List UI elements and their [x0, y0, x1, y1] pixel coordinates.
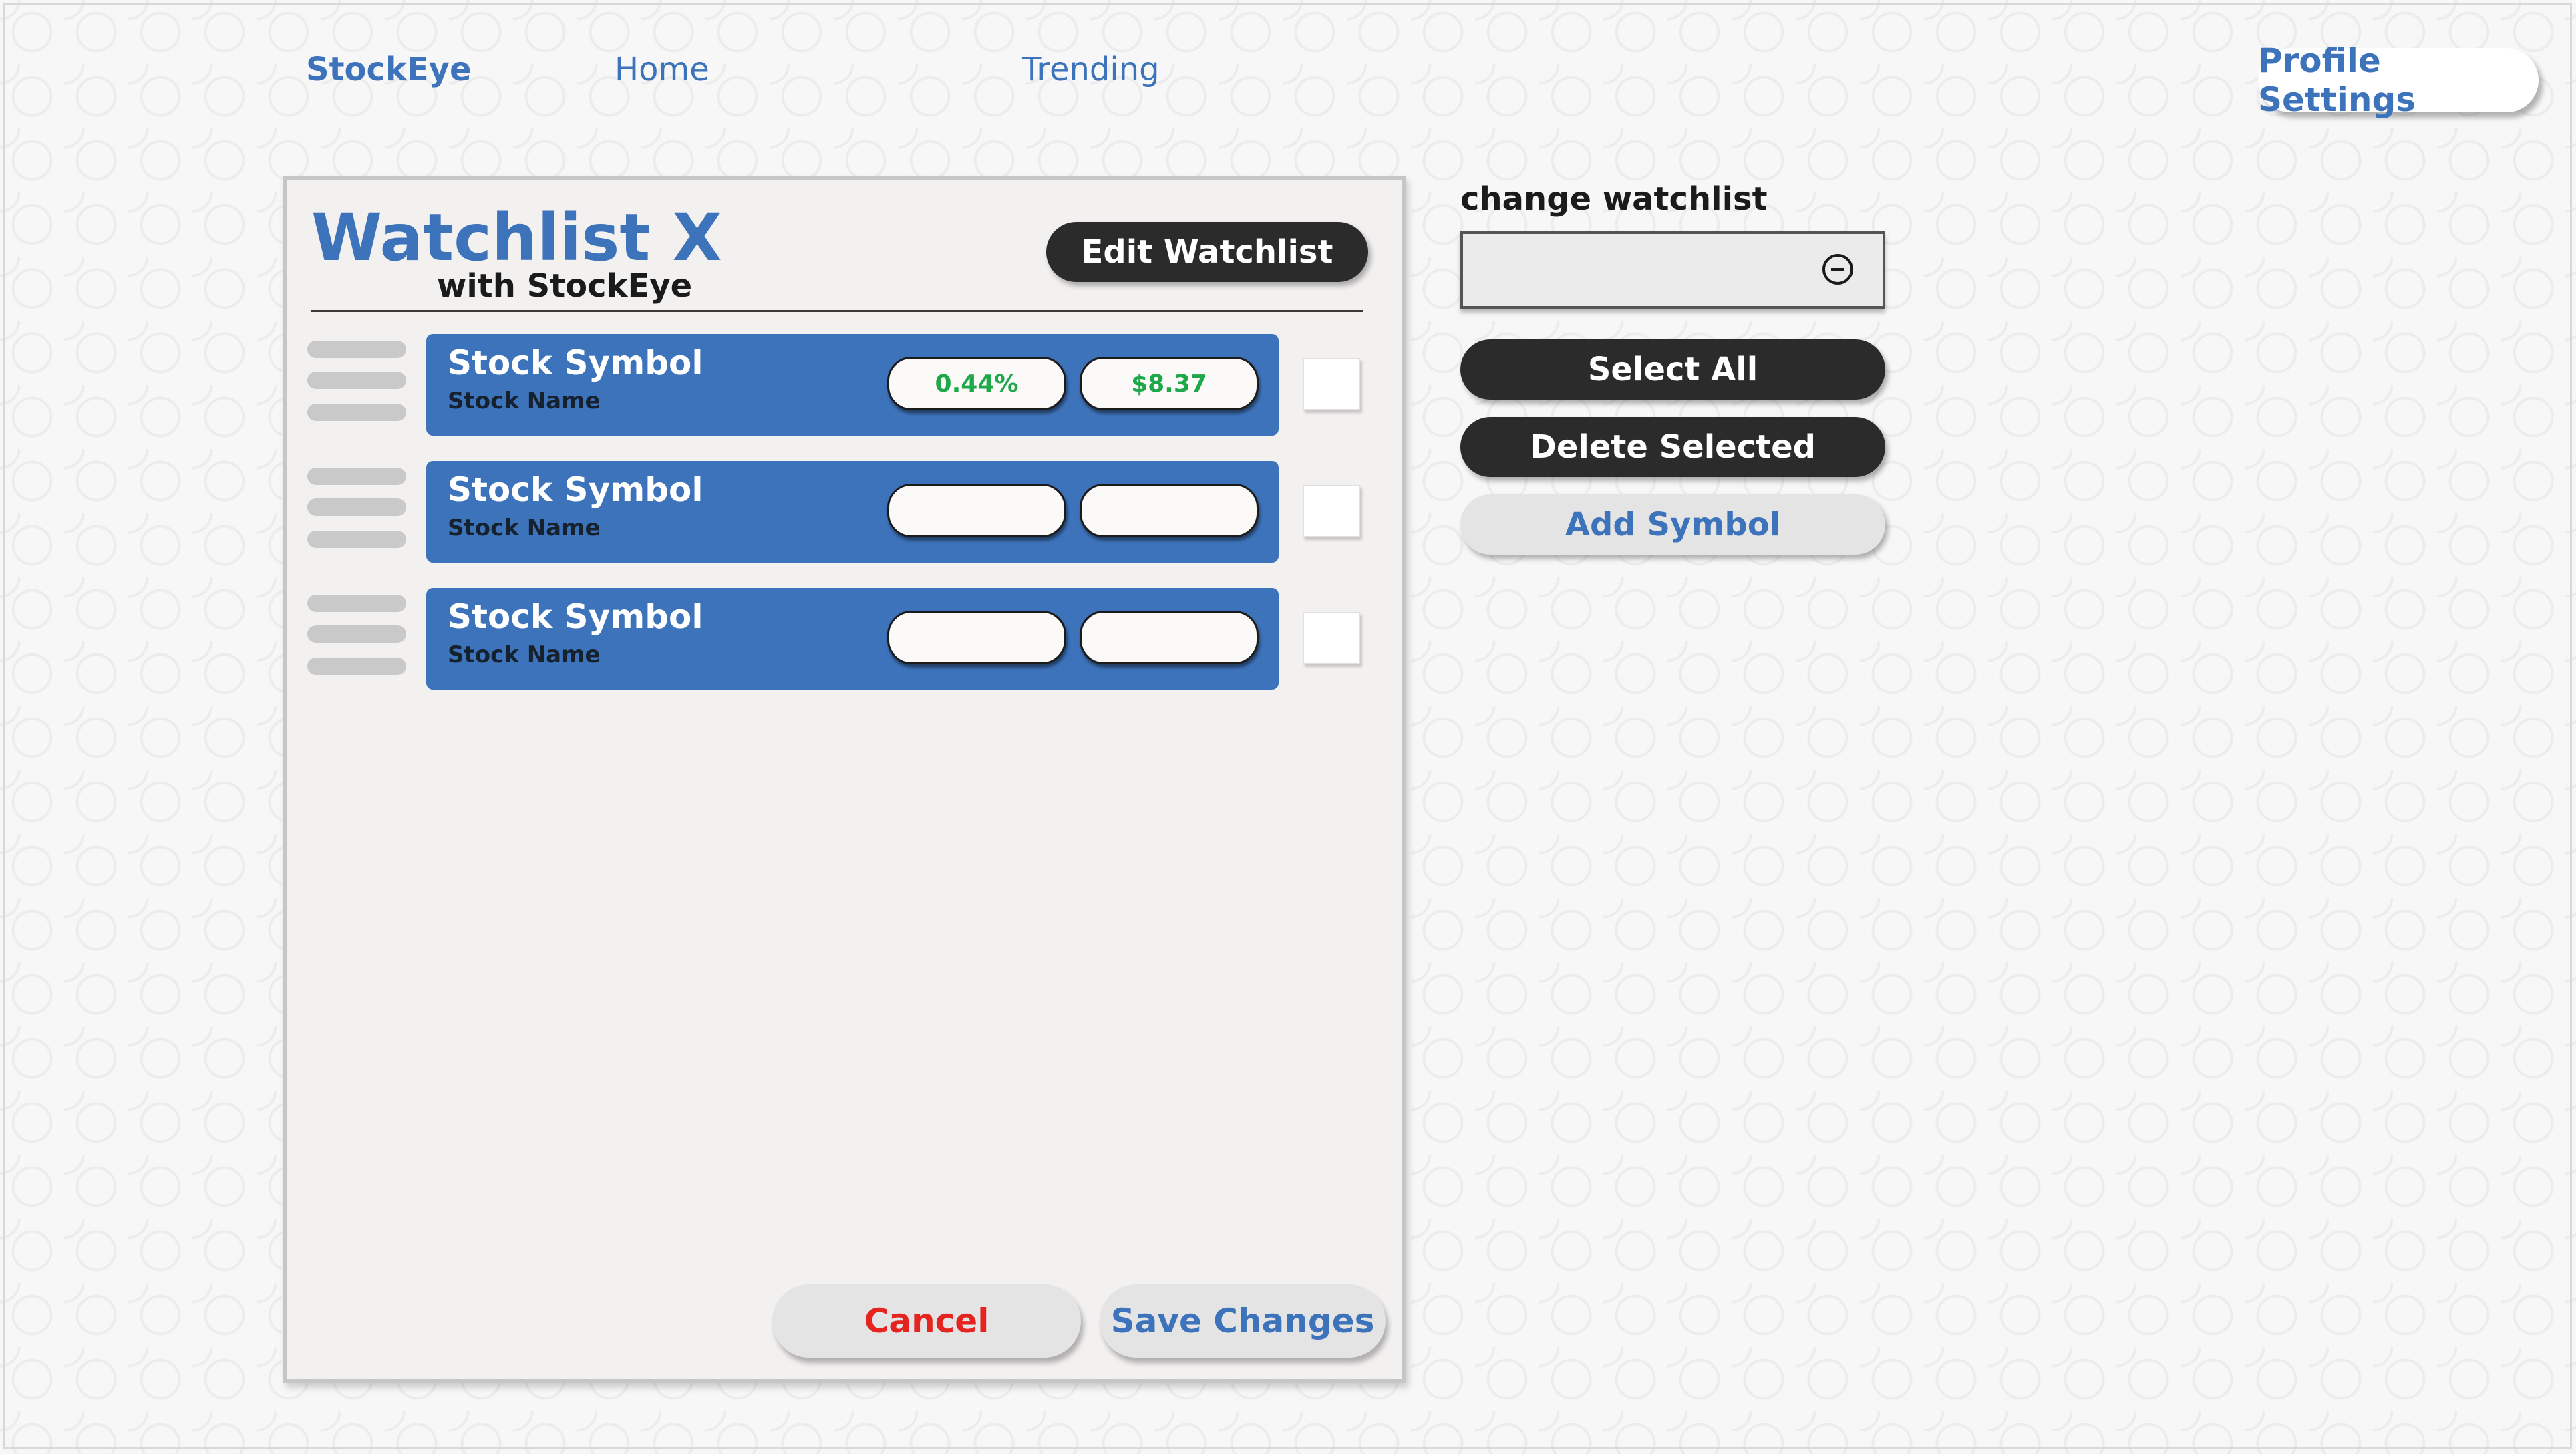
- stock-row: Stock Symbol Stock Name 0.44% $8.37: [287, 334, 1410, 438]
- profile-settings-button[interactable]: Profile Settings: [2258, 41, 2539, 119]
- stock-name: Stock Name: [448, 388, 601, 414]
- stock-change-pill: [887, 484, 1066, 537]
- title-divider: [311, 310, 1363, 312]
- stock-symbol: Stock Symbol: [448, 343, 703, 382]
- row-select-checkbox[interactable]: [1303, 358, 1360, 410]
- add-symbol-button[interactable]: Add Symbol: [1460, 494, 1885, 555]
- save-changes-button[interactable]: Save Changes: [1100, 1284, 1386, 1358]
- stock-change-pill: [887, 611, 1066, 664]
- watchlist-subtitle: with StockEye: [437, 267, 693, 305]
- watchlist-title: Watchlist X: [311, 200, 722, 275]
- nav-brand-link[interactable]: StockEye: [306, 51, 472, 88]
- minus-circle-icon[interactable]: [1822, 254, 1853, 285]
- stock-bar[interactable]: Stock Symbol Stock Name 0.44% $8.37: [426, 334, 1279, 436]
- row-select-checkbox[interactable]: [1303, 485, 1360, 537]
- stock-row: Stock Symbol Stock Name: [287, 461, 1410, 565]
- stock-bar[interactable]: Stock Symbol Stock Name: [426, 588, 1279, 690]
- stock-price-pill: [1080, 611, 1259, 664]
- stock-name: Stock Name: [448, 515, 601, 541]
- nav-home-link[interactable]: Home: [615, 51, 709, 88]
- stock-price-pill: $8.37: [1080, 357, 1259, 410]
- stock-name: Stock Name: [448, 641, 601, 668]
- stock-price-pill: [1080, 484, 1259, 537]
- delete-selected-button[interactable]: Delete Selected: [1460, 417, 1885, 477]
- stock-bar[interactable]: Stock Symbol Stock Name: [426, 461, 1279, 563]
- select-all-button[interactable]: Select All: [1460, 339, 1885, 400]
- drag-handle-icon[interactable]: [307, 341, 406, 421]
- edit-watchlist-button[interactable]: Edit Watchlist: [1046, 222, 1368, 282]
- row-select-checkbox[interactable]: [1303, 612, 1360, 664]
- drag-handle-icon[interactable]: [307, 595, 406, 675]
- stock-symbol: Stock Symbol: [448, 470, 703, 509]
- stock-symbol: Stock Symbol: [448, 597, 703, 636]
- change-watchlist-label: change watchlist: [1460, 180, 1768, 218]
- drag-handle-icon[interactable]: [307, 468, 406, 548]
- cancel-button[interactable]: Cancel: [772, 1284, 1081, 1358]
- stock-row: Stock Symbol Stock Name: [287, 588, 1410, 692]
- nav-trending-link[interactable]: Trending: [1022, 51, 1160, 88]
- watchlist-card: Watchlist X with StockEye Edit Watchlist…: [283, 176, 1406, 1383]
- stock-change-pill: 0.44%: [887, 357, 1066, 410]
- change-watchlist-select[interactable]: [1460, 231, 1885, 309]
